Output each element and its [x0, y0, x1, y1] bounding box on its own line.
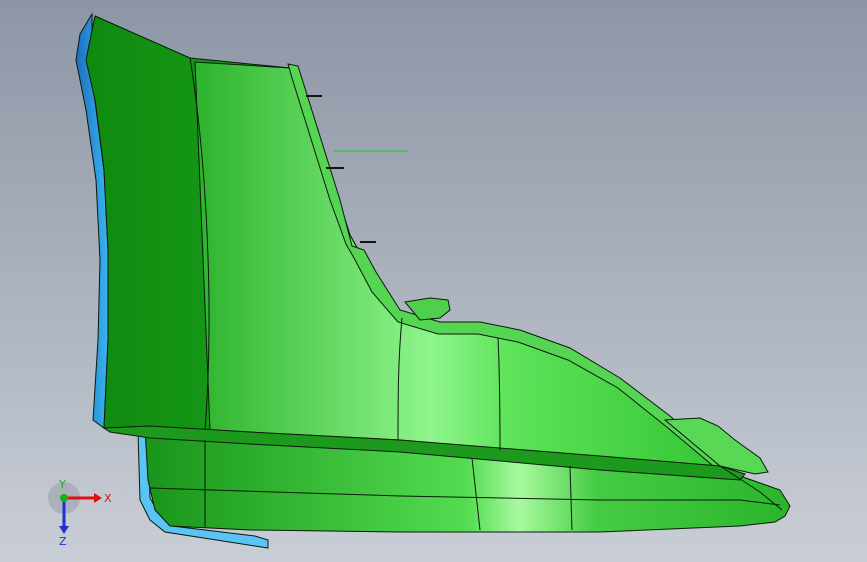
3d-viewport[interactable]: X Y Z — [0, 0, 867, 562]
orientation-triad: X Y Z — [40, 478, 120, 548]
z-axis-label: Z — [59, 535, 67, 548]
x-axis-arrowhead — [94, 493, 102, 503]
y-axis-dot — [60, 494, 68, 502]
z-axis-arrowhead — [59, 526, 69, 534]
cad-part-model[interactable] — [0, 0, 867, 562]
y-axis-label: Y — [58, 478, 66, 491]
x-axis-label: X — [104, 492, 112, 505]
